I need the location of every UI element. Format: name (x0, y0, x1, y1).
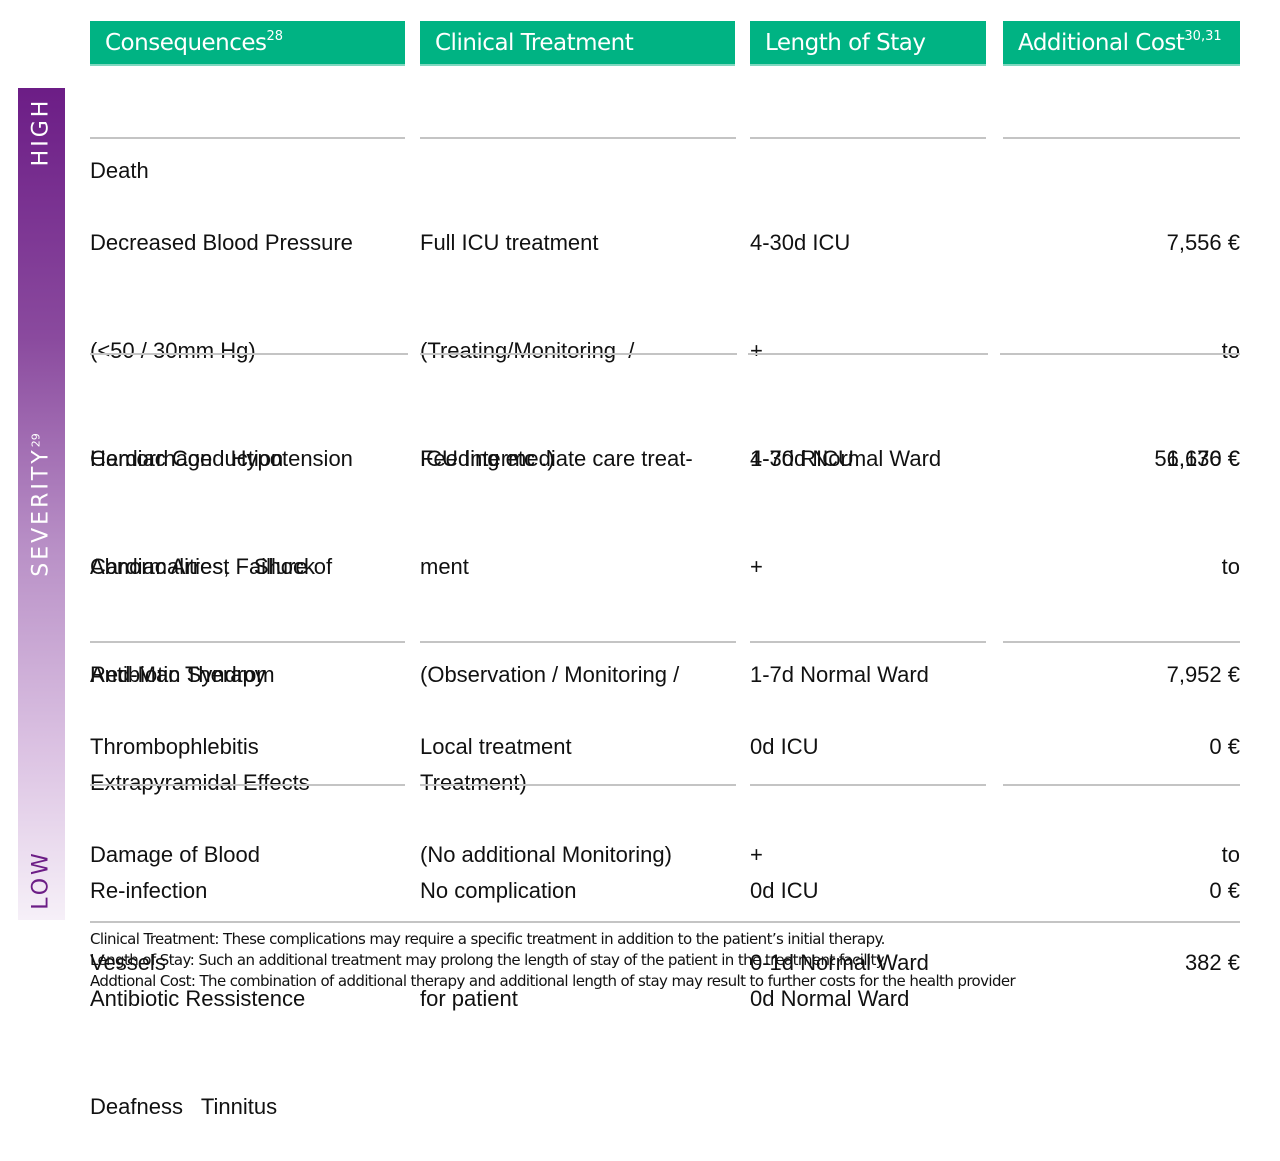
row-divider (748, 353, 988, 355)
row-divider (90, 353, 408, 355)
cost-line: 382 € (1184, 950, 1240, 975)
header-label: Length of Stay (765, 30, 926, 56)
severity-high-label: HIGH (28, 97, 54, 167)
row-divider (90, 137, 405, 139)
footnote-additional-cost: Addtional Cost: The combination of addit… (90, 972, 1016, 990)
treatment-line: Local treatment (420, 734, 572, 759)
severity-title: SEVERITY (28, 447, 54, 577)
consequence-item: Damage of Blood (90, 842, 260, 867)
header-label: Additional Cost (1018, 30, 1185, 56)
row-divider (420, 641, 736, 643)
consequence-item: Thrombophlebitis (90, 734, 259, 759)
footnote-clinical-treatment: Clinical Treatment: These complications … (90, 930, 885, 948)
treatment-line: (Treating/Monitoring / (420, 338, 635, 363)
footnote-ref: 28 (266, 29, 284, 44)
row-divider (90, 784, 405, 786)
row-divider (1000, 353, 1240, 355)
severity-low-label: LOW (28, 850, 54, 910)
row-divider (750, 641, 986, 643)
row-4-length-of-stay: 0d ICU 0d Normal Ward (750, 801, 909, 1053)
row-4-cost: 0 € (1003, 801, 1240, 945)
row-divider (750, 137, 986, 139)
row-divider (1003, 784, 1240, 786)
cost-line: to (1221, 338, 1240, 363)
consequence-item: Deafness Tinnitus (90, 1094, 278, 1119)
cost-line: 7,556 € (1166, 230, 1240, 255)
footnote-divider (90, 921, 1240, 923)
stay-line: + (750, 554, 763, 579)
treatment-line: ICU Intermediate care treat- (420, 446, 693, 471)
cost-line: 1,136 € (1166, 446, 1240, 471)
treatment-line: Full ICU treatment (420, 230, 599, 255)
stay-line: 0d ICU (750, 878, 819, 903)
stay-line: + (750, 338, 763, 363)
header-clinical-treatment: Clinical Treatment (420, 21, 735, 66)
cost-line: to (1221, 554, 1240, 579)
treatment-line: ment (420, 554, 469, 579)
header-label: Clinical Treatment (435, 30, 634, 56)
consequence-item: Decreased Blood Pressure (90, 230, 353, 255)
row-divider (1003, 137, 1240, 139)
header-length-of-stay: Length of Stay (750, 21, 986, 66)
row-4-treatment: No complication for patient (420, 801, 577, 1053)
row-divider (1003, 641, 1240, 643)
row-divider (90, 641, 405, 643)
treatment-line: No complication (420, 878, 577, 903)
stay-line: 0d ICU (750, 734, 819, 759)
footnotes: Clinical Treatment: These complications … (90, 929, 1016, 992)
footnote-length-of-stay: Length of Stay: Such an additional treat… (90, 951, 887, 969)
stay-line: 1-7d RICU (750, 446, 854, 471)
stay-line: 4-30d ICU (750, 230, 851, 255)
row-divider (420, 353, 737, 355)
cost-line: 0 € (1209, 734, 1240, 759)
header-additional-cost: Additional Cost30,31 (1003, 21, 1240, 66)
footnote-ref: 30,31 (1184, 29, 1222, 44)
consequence-item: Abnormalities, Faillure of (90, 554, 333, 579)
severity-label: SEVERITY29 (29, 433, 54, 576)
row-divider (750, 784, 986, 786)
row-divider (420, 784, 736, 786)
header-label: Consequences (105, 30, 267, 56)
consequence-item: (<50 / 30mm Hg) (90, 338, 256, 363)
cost-line: 0 € (1209, 878, 1240, 903)
footnote-ref: 29 (29, 433, 43, 448)
row-divider (420, 137, 736, 139)
consequence-item: Cardiac Conduction (90, 446, 284, 471)
header-consequences: Consequences28 (90, 21, 405, 66)
